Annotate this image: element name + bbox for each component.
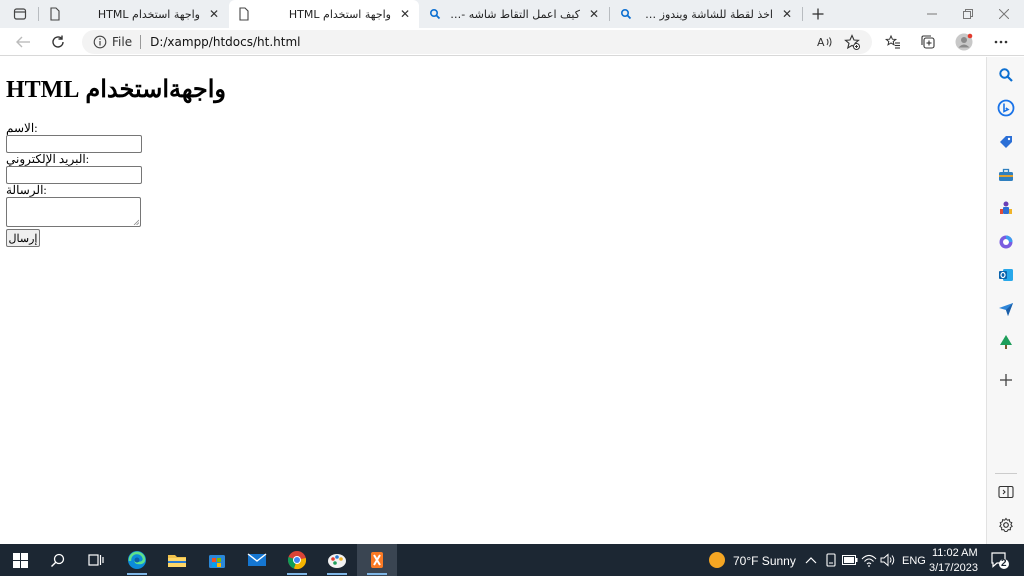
tab-strip: واجهة استخدام HTML ✕ واجهة استخدام HTML … [0, 0, 1024, 28]
tab-title: واجهة استخدام HTML [97, 7, 200, 21]
page-icon [48, 7, 62, 21]
tab-separator [802, 7, 803, 21]
page-icon [237, 7, 251, 21]
message-textarea[interactable] [6, 197, 141, 227]
language-indicator[interactable]: ENG [902, 555, 926, 567]
tab-separator [38, 7, 39, 21]
close-icon[interactable]: ✕ [779, 6, 795, 22]
collections-icon[interactable] [915, 30, 941, 54]
name-label: الاسم: [6, 121, 38, 135]
submit-button[interactable]: إرسال [6, 229, 40, 247]
clock-time[interactable]: 11:02 AM [932, 547, 978, 559]
restore-icon[interactable] [948, 0, 988, 28]
shopping-tag-icon[interactable] [996, 132, 1016, 152]
tree-icon[interactable] [996, 332, 1016, 352]
search-icon[interactable] [996, 65, 1016, 85]
tab-title: واجهة استخدام HTML [288, 7, 391, 21]
message-label: الرسالة: [6, 183, 47, 197]
search-icon [428, 7, 442, 21]
file-explorer-icon[interactable] [157, 544, 197, 576]
tab-actions-icon[interactable] [6, 3, 34, 25]
close-icon[interactable]: ✕ [206, 6, 222, 22]
tab-title: اخذ لقطة للشاشة ويندوز 10 - بحث [639, 7, 773, 21]
read-aloud-icon[interactable]: A [812, 30, 838, 54]
close-window-icon[interactable] [984, 0, 1024, 28]
url-text[interactable]: D:/xampp/htdocs/ht.html [150, 35, 300, 49]
edge-sidebar [986, 57, 1024, 544]
toolbox-icon[interactable] [996, 165, 1016, 185]
xampp-icon[interactable] [357, 544, 397, 576]
send-icon[interactable] [996, 299, 1016, 319]
address-bar[interactable]: File D:/xampp/htdocs/ht.html [82, 30, 872, 54]
info-icon[interactable] [92, 34, 108, 50]
outlook-icon[interactable] [996, 265, 1016, 285]
tab-1[interactable]: واجهة استخدام HTML ✕ [40, 0, 228, 28]
paint-icon[interactable] [317, 544, 357, 576]
tab-3[interactable]: كيف اعمل التقاط شاشه - بحث ✕ [420, 0, 608, 28]
windows-taskbar: 70°F Sunny ENG 11:02 AM 3/17/2023 2 [0, 544, 1024, 576]
chevron-up-icon[interactable] [803, 552, 819, 568]
favorites-icon[interactable] [880, 30, 906, 54]
weather-sun-icon[interactable] [708, 551, 726, 569]
resize-grip-icon[interactable] [133, 219, 139, 225]
refresh-icon[interactable] [45, 30, 71, 54]
sidebar-divider [995, 473, 1017, 474]
profile-avatar-icon[interactable] [951, 30, 977, 54]
games-icon[interactable] [996, 198, 1016, 218]
mail-icon[interactable] [237, 544, 277, 576]
chrome-icon[interactable] [277, 544, 317, 576]
clock-date[interactable]: 3/17/2023 [929, 562, 978, 574]
close-icon[interactable]: ✕ [586, 6, 602, 22]
notification-count: 2 [1001, 558, 1007, 569]
new-tab-icon[interactable] [804, 3, 832, 25]
back-arrow-icon[interactable] [10, 30, 36, 54]
settings-icon[interactable] [996, 515, 1016, 535]
add-icon[interactable] [996, 370, 1016, 390]
scheme-label: File [112, 35, 133, 49]
tab-4[interactable]: اخذ لقطة للشاشة ويندوز 10 - بحث ✕ [611, 0, 801, 28]
tab-2[interactable]: واجهة استخدام HTML ✕ [229, 0, 419, 28]
edge-icon[interactable] [117, 544, 157, 576]
tab-title: كيف اعمل التقاط شاشه - بحث [448, 7, 580, 21]
notification-icon[interactable] [990, 550, 1010, 570]
browser-window: واجهة استخدام HTML ✕ واجهة استخدام HTML … [0, 0, 1024, 544]
more-options-icon[interactable] [988, 30, 1014, 54]
split-screen-icon[interactable] [996, 482, 1016, 502]
svg-text:A: A [817, 36, 825, 49]
volume-icon[interactable] [880, 552, 896, 568]
task-view-icon[interactable] [76, 544, 116, 576]
weather-text[interactable]: 70°F Sunny [733, 554, 796, 568]
page-heading: واجهةاستخدام HTML [6, 77, 227, 103]
search-icon[interactable] [38, 544, 78, 576]
battery-icon[interactable] [842, 552, 858, 568]
bing-icon[interactable] [996, 98, 1016, 118]
email-input[interactable] [6, 166, 142, 184]
close-icon[interactable]: ✕ [397, 6, 413, 22]
url-divider [140, 35, 142, 49]
minimize-icon[interactable] [912, 0, 952, 28]
add-favorite-icon[interactable] [839, 30, 865, 54]
device-icon[interactable] [823, 552, 839, 568]
address-toolbar: File D:/xampp/htdocs/ht.html A [0, 28, 1024, 56]
page-content: واجهةاستخدام HTML الاسم: البريد الإلكترو… [0, 57, 986, 544]
wifi-icon[interactable] [861, 552, 877, 568]
name-input[interactable] [6, 135, 142, 153]
start-icon[interactable] [0, 544, 40, 576]
search-icon [619, 7, 633, 21]
email-label: البريد الإلكتروني: [6, 152, 90, 166]
tab-separator [609, 7, 610, 21]
store-icon[interactable] [197, 544, 237, 576]
office-icon[interactable] [996, 232, 1016, 252]
